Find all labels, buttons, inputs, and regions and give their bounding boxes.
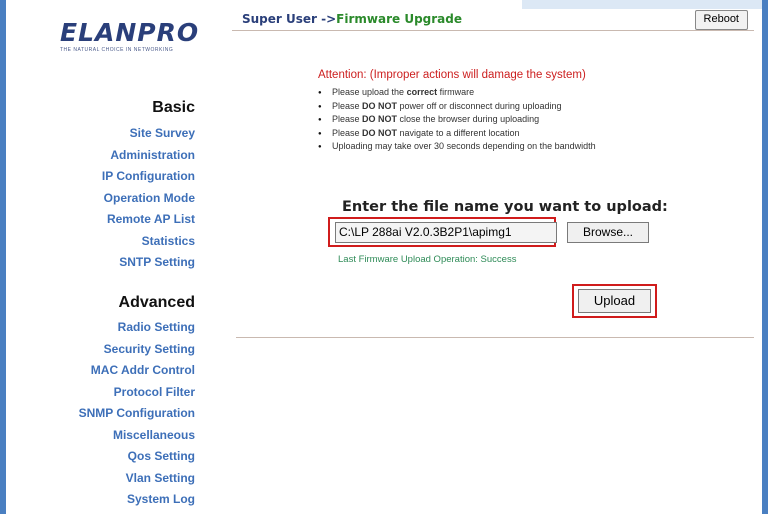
warning-item: Please upload the correct firmware: [318, 86, 596, 100]
advanced-heading: Advanced: [118, 294, 195, 311]
basic-nav: Site Survey Administration IP Configurat…: [102, 123, 195, 274]
warning-item: Please DO NOT power off or disconnect du…: [318, 100, 596, 114]
sidebar: ELANPRO THE NATURAL CHOICE IN NETWORKING…: [6, 0, 201, 514]
warning-item: Please DO NOT close the browser during u…: [318, 113, 596, 127]
attention-warning: Attention: (Improper actions will damage…: [318, 69, 586, 81]
reboot-button[interactable]: Reboot: [694, 10, 748, 30]
basic-heading: Basic: [152, 99, 195, 116]
sidebar-item-system-log[interactable]: System Log: [79, 489, 195, 511]
sidebar-item-mac-addr-control[interactable]: MAC Addr Control: [79, 360, 195, 382]
header-bar: Super User ->Firmware Upgrade Reboot: [232, 8, 754, 31]
upload-status: Last Firmware Upload Operation: Success: [338, 254, 517, 265]
main-content: Super User ->Firmware Upgrade Reboot Att…: [232, 0, 762, 514]
file-path-input[interactable]: C:\LP 288ai V2.0.3B2P1\apimg1: [335, 222, 557, 243]
sidebar-item-statistics[interactable]: Statistics: [102, 231, 195, 253]
logo-text: ELANPRO: [60, 18, 200, 47]
breadcrumb: Super User ->Firmware Upgrade: [242, 12, 462, 26]
advanced-nav: Radio Setting Security Setting MAC Addr …: [79, 317, 195, 511]
sidebar-item-miscellaneous[interactable]: Miscellaneous: [79, 425, 195, 447]
sidebar-item-vlan-setting[interactable]: Vlan Setting: [79, 468, 195, 490]
window-frame-right: [762, 0, 768, 514]
upload-prompt: Enter the file name you want to upload:: [342, 199, 668, 215]
upload-button[interactable]: Upload: [578, 289, 651, 313]
sidebar-item-security-setting[interactable]: Security Setting: [79, 339, 195, 361]
breadcrumb-user: Super User ->: [242, 12, 337, 26]
warning-list: Please upload the correct firmware Pleas…: [318, 86, 596, 154]
sidebar-item-radio-setting[interactable]: Radio Setting: [79, 317, 195, 339]
divider: [236, 337, 754, 338]
browse-button[interactable]: Browse...: [567, 222, 649, 243]
sidebar-item-ip-configuration[interactable]: IP Configuration: [102, 166, 195, 188]
sidebar-item-sntp-setting[interactable]: SNTP Setting: [102, 252, 195, 274]
sidebar-item-protocol-filter[interactable]: Protocol Filter: [79, 382, 195, 404]
warning-item: Please DO NOT navigate to a different lo…: [318, 127, 596, 141]
page-title: Firmware Upgrade: [336, 12, 462, 26]
sidebar-item-remote-ap-list[interactable]: Remote AP List: [102, 209, 195, 231]
sidebar-item-qos-setting[interactable]: Qos Setting: [79, 446, 195, 468]
lanpro-logo: ELANPRO THE NATURAL CHOICE IN NETWORKING: [60, 18, 200, 54]
warning-item: Uploading may take over 30 seconds depen…: [318, 140, 596, 154]
sidebar-item-administration[interactable]: Administration: [102, 145, 195, 167]
sidebar-item-snmp-configuration[interactable]: SNMP Configuration: [79, 403, 195, 425]
sidebar-item-operation-mode[interactable]: Operation Mode: [102, 188, 195, 210]
logo-tagline: THE NATURAL CHOICE IN NETWORKING: [60, 47, 174, 53]
sidebar-item-site-survey[interactable]: Site Survey: [102, 123, 195, 145]
